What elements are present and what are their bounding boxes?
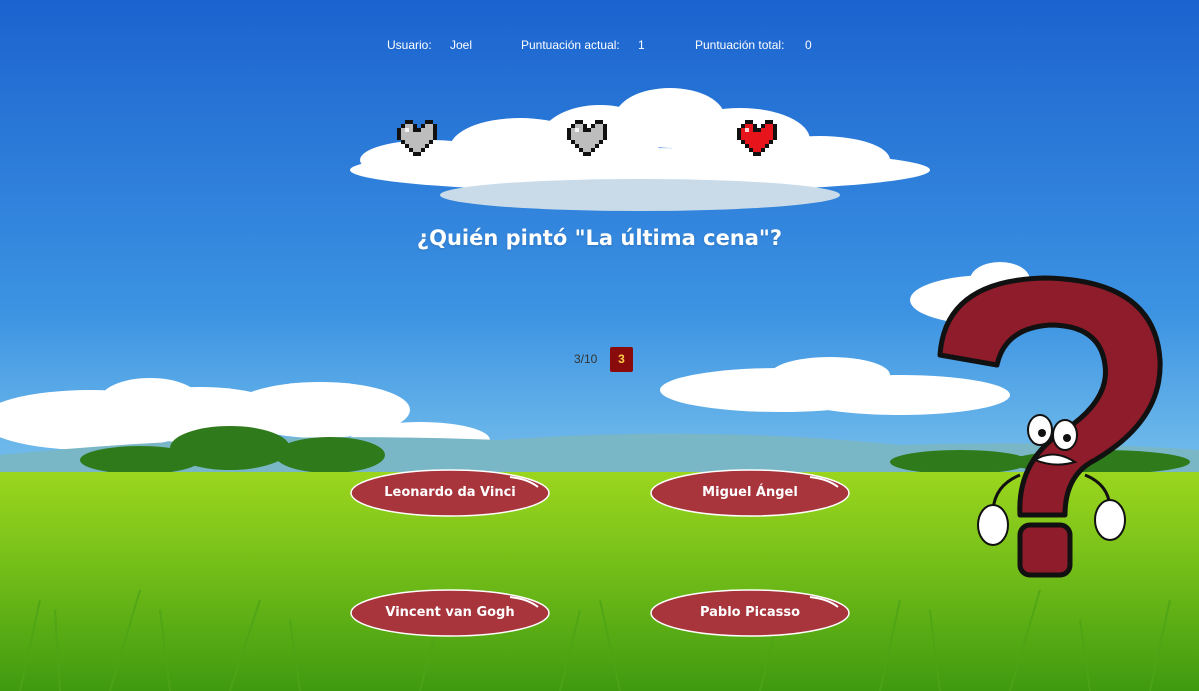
heart-empty-icon (567, 118, 611, 162)
total-score-value: 0 (805, 38, 812, 52)
total-score-label: Puntuación total: (695, 38, 785, 52)
answer-button-1[interactable]: Leonardo da Vinci (350, 469, 550, 517)
current-score-label: Puntuación actual: (521, 38, 620, 52)
user-label: Usuario: (387, 38, 432, 52)
answer-label: Miguel Ángel (702, 485, 798, 500)
question-mark-mascot-icon (937, 275, 1163, 578)
answer-label: Pablo Picasso (699, 605, 801, 620)
heart-empty-icon (397, 118, 441, 162)
answer-button-3[interactable]: Vincent van Gogh (350, 589, 550, 637)
current-score-value: 1 (638, 38, 645, 52)
answer-button-4[interactable]: Pablo Picasso (650, 589, 850, 637)
heart-full-icon (737, 118, 781, 162)
question-text: ¿Quién pintó "La última cena"? (416, 226, 783, 250)
answer-label: Leonardo da Vinci (384, 485, 516, 500)
answer-button-2[interactable]: Miguel Ángel (650, 469, 850, 517)
question-progress: 3/10 (574, 352, 598, 366)
user-value: Joel (450, 38, 473, 52)
answer-label: Vincent van Gogh (385, 605, 515, 620)
countdown-timer: 3 (610, 347, 633, 372)
